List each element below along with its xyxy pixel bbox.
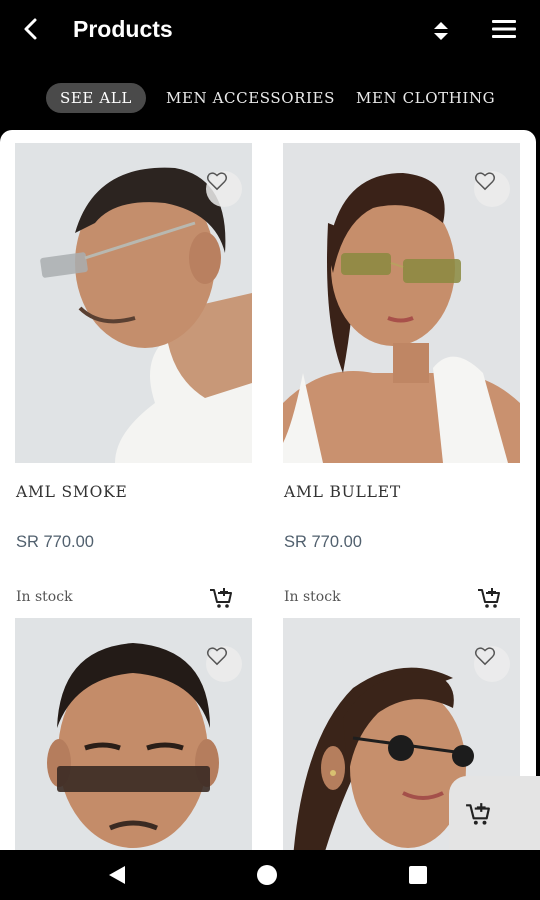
- hamburger-menu-icon: [492, 20, 516, 38]
- square-recents-icon: [409, 866, 427, 884]
- category-tabs: SEE ALL MEN ACCESSORIES MEN CLOTHING: [0, 70, 540, 126]
- product-image[interactable]: [283, 143, 520, 463]
- product-grid: AML SMOKE SR 770.00 In stock AML BULLET …: [0, 130, 536, 850]
- triangle-back-icon: [109, 866, 125, 884]
- tab-men-accessories[interactable]: MEN ACCESSORIES: [166, 83, 335, 113]
- add-to-cart-icon: [210, 588, 232, 608]
- circle-home-icon: [257, 865, 277, 885]
- heart-outline-icon: [474, 172, 496, 191]
- heart-outline-icon: [206, 172, 228, 191]
- product-image[interactable]: [15, 143, 252, 463]
- nav-home-button[interactable]: [253, 861, 281, 889]
- product-name: AML BULLET: [284, 483, 401, 501]
- tab-men-clothing[interactable]: MEN CLOTHING: [356, 83, 495, 113]
- system-nav-bar: [0, 850, 540, 900]
- sort-icon: [434, 22, 448, 40]
- favorite-button[interactable]: [474, 646, 510, 682]
- product-image[interactable]: [15, 618, 252, 850]
- favorite-button[interactable]: [206, 171, 242, 207]
- tab-see-all[interactable]: SEE ALL: [46, 83, 146, 113]
- stock-status: In stock: [284, 589, 341, 605]
- product-card[interactable]: AML SMOKE SR 770.00 In stock: [15, 143, 252, 608]
- menu-button[interactable]: [486, 12, 522, 46]
- add-to-cart-button[interactable]: [475, 585, 503, 611]
- product-price: SR 770.00: [16, 533, 94, 551]
- back-button[interactable]: [14, 12, 48, 46]
- page-title: Products: [73, 16, 173, 42]
- top-app-bar: Products: [0, 0, 540, 62]
- product-price: SR 770.00: [284, 533, 362, 551]
- heart-outline-icon: [206, 647, 228, 666]
- add-to-cart-icon: [466, 803, 490, 825]
- stock-status: In stock: [16, 589, 73, 605]
- add-to-cart-button[interactable]: [207, 585, 235, 611]
- add-to-cart-icon: [478, 588, 500, 608]
- nav-recents-button[interactable]: [404, 861, 432, 889]
- sort-button[interactable]: [424, 14, 458, 48]
- favorite-button[interactable]: [474, 171, 510, 207]
- product-card[interactable]: AML BULLET SR 770.00 In stock: [283, 143, 520, 608]
- nav-back-button[interactable]: [103, 861, 131, 889]
- product-card[interactable]: [15, 618, 252, 850]
- floating-cart-button[interactable]: [449, 776, 540, 852]
- heart-outline-icon: [474, 647, 496, 666]
- back-arrow-icon: [24, 18, 37, 40]
- product-name: AML SMOKE: [16, 483, 128, 501]
- favorite-button[interactable]: [206, 646, 242, 682]
